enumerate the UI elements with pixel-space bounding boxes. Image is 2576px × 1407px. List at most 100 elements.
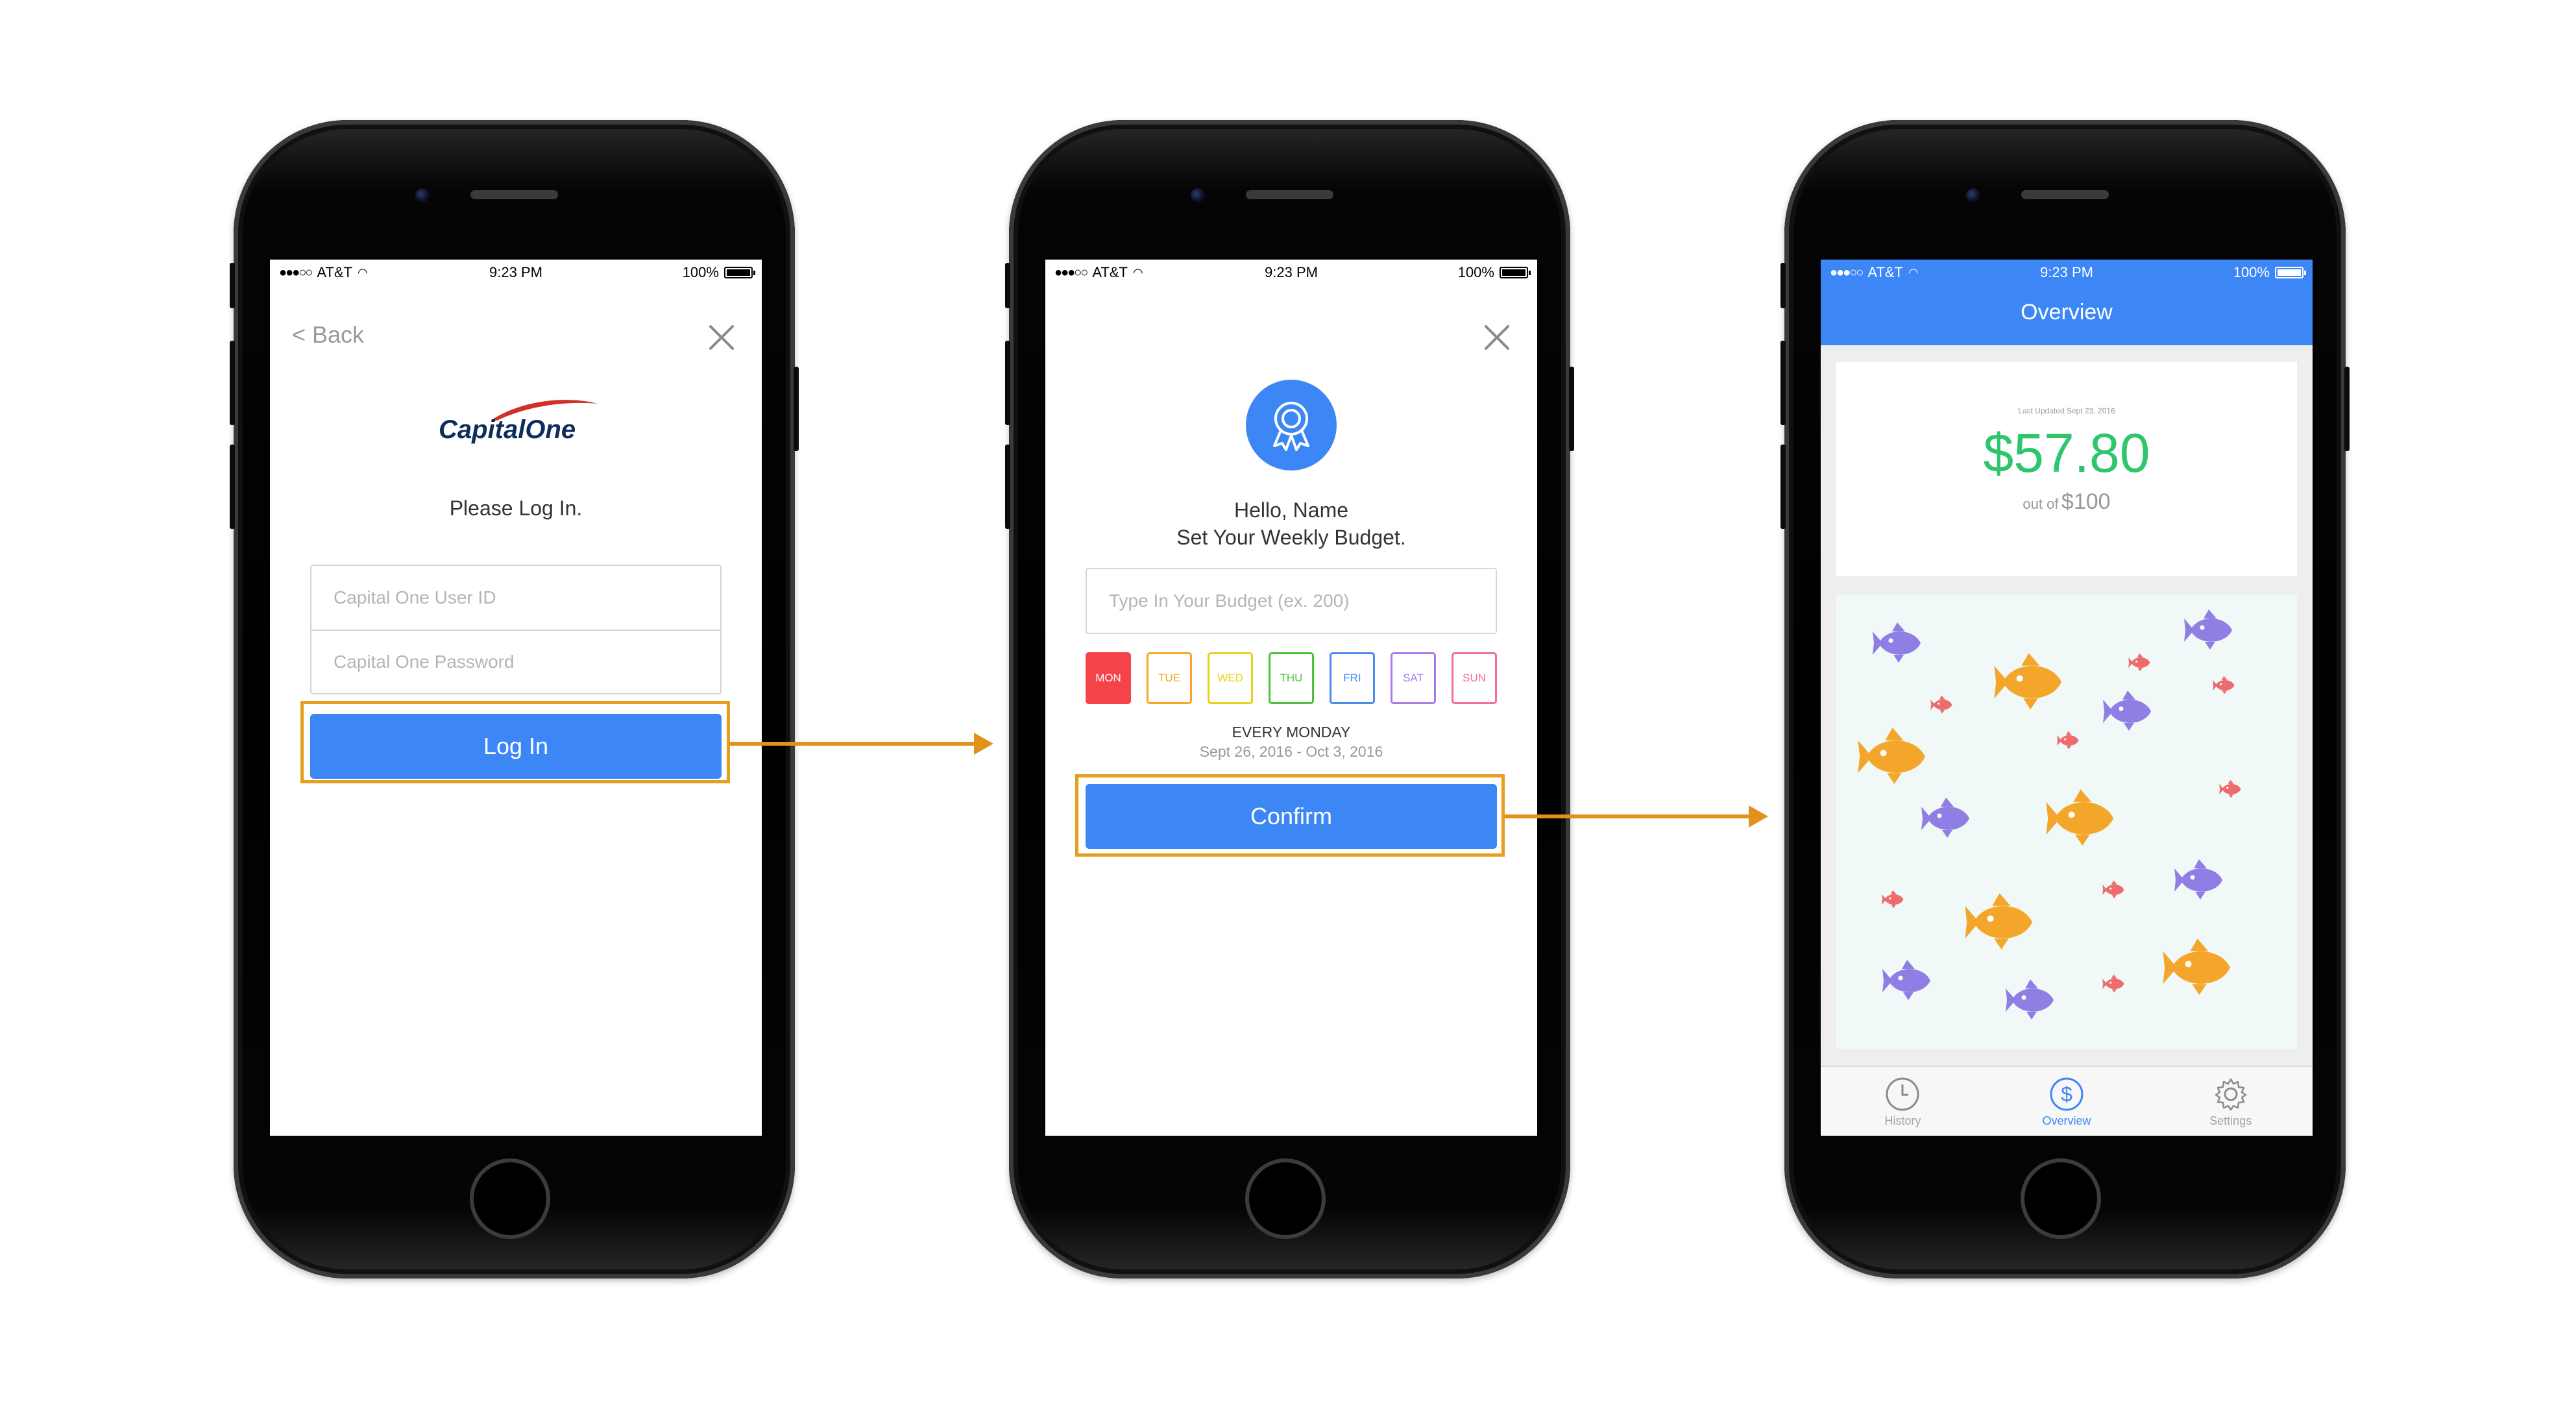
back-button[interactable]: < Back (292, 321, 364, 349)
phone-login: ●●●○○ AT&T ◠ 9:23 PM 100% < Back CapitalOn… (230, 120, 799, 1279)
date-range-label: Sept 26, 2016 - Oct 3, 2016 (1199, 743, 1383, 760)
login-button-highlight (300, 701, 730, 783)
nav-bar: ●●●○○ AT&T ◠ 9:23 PM 100% Overview (1821, 260, 2313, 345)
award-ribbon-icon (1273, 402, 1309, 451)
signal-icon: ●●●○○ (1830, 265, 1864, 280)
status-bar: ●●●○○ AT&T ◠ 9:23 PM 100% (270, 260, 762, 286)
small-red-fish-icon (2057, 731, 2079, 750)
confirm-button-highlight (1075, 774, 1505, 857)
gear-icon (2215, 1078, 2246, 1110)
status-bar: ●●●○○ AT&T ◠ 9:23 PM 100% (1045, 260, 1537, 286)
budget-subtitle: Set Your Weekly Budget. (1176, 526, 1406, 549)
carrier-label: AT&T (1867, 264, 1903, 280)
small-red-fish-icon (2128, 653, 2150, 672)
tab-history[interactable]: History (1821, 1067, 1985, 1136)
battery-label: 100% (2233, 264, 2270, 280)
carrier-label: AT&T (1092, 264, 1128, 280)
last-updated-label: Last Updated Sept 23, 2016 (2018, 406, 2115, 415)
overview-screen: ●●●○○ AT&T ◠ 9:23 PM 100% Overview Last Up… (1821, 260, 2313, 1136)
small-red-fish-icon (2102, 974, 2124, 993)
day-button-thu[interactable]: THU (1269, 652, 1314, 704)
login-prompt: Please Log In. (449, 496, 583, 520)
purple-fish-icon (1873, 622, 1921, 663)
small-red-fish-icon (1882, 890, 1904, 909)
clock-icon (1886, 1077, 1919, 1110)
front-camera (1191, 188, 1205, 202)
day-button-sun[interactable]: SUN (1452, 652, 1497, 704)
user-id-input[interactable]: Capital One User ID (311, 566, 720, 630)
svg-text:$: $ (2061, 1083, 2072, 1106)
weekday-selector: MON TUE WED THU FRI SAT SUN (1086, 652, 1497, 705)
wifi-icon: ◠ (1133, 265, 1143, 279)
wifi-icon: ◠ (358, 265, 368, 279)
phone-overview: ●●●○○ AT&T ◠ 9:23 PM 100% Overview Last Up… (1780, 120, 2350, 1279)
budget-screen: ●●●○○ AT&T ◠ 9:23 PM 100% Hello, Name Set … (1045, 260, 1537, 1136)
day-button-fri[interactable]: FRI (1330, 652, 1375, 704)
flow-arrow-1 (730, 733, 993, 755)
flow-arrow-2 (1505, 805, 1768, 827)
home-button[interactable] (470, 1158, 550, 1239)
earpiece-speaker (470, 190, 558, 199)
out-of-label: out of (2023, 496, 2059, 512)
close-icon[interactable] (1481, 322, 1513, 353)
small-red-fish-icon (2219, 779, 2241, 798)
tab-bar: History $ Overview Settings (1821, 1066, 2313, 1136)
battery-label: 100% (1457, 264, 1494, 280)
orange-fish-icon (2163, 938, 2230, 995)
login-form: Capital One User ID Capital One Password (310, 565, 722, 694)
tab-overview[interactable]: $ Overview (1985, 1067, 2149, 1136)
login-screen: ●●●○○ AT&T ◠ 9:23 PM 100% < Back CapitalOn… (270, 260, 762, 1136)
schedule-label: EVERY MONDAY (1232, 724, 1351, 740)
purple-fish-icon (1921, 798, 1969, 838)
award-badge (1246, 380, 1337, 471)
orange-fish-icon (1965, 893, 2032, 949)
tab-overview-label: Overview (2042, 1114, 2091, 1127)
day-button-wed[interactable]: WED (1208, 652, 1253, 704)
battery-icon (723, 267, 755, 278)
small-red-fish-icon (2102, 880, 2124, 899)
status-time: 9:23 PM (1265, 264, 1318, 280)
fish-illustration (1858, 609, 2241, 1020)
fish-aquarium (1836, 594, 2297, 1049)
dollar-circle-icon: $ (2050, 1077, 2084, 1110)
capital-one-logo: CapitalOne (439, 396, 598, 454)
remaining-amount: $57.80 (1983, 422, 2150, 483)
day-button-sat[interactable]: SAT (1391, 652, 1436, 704)
home-button[interactable] (1245, 1158, 1326, 1239)
status-time: 9:23 PM (489, 264, 542, 280)
battery-icon (1499, 267, 1531, 278)
day-button-tue[interactable]: TUE (1147, 652, 1192, 704)
phone-budget: ●●●○○ AT&T ◠ 9:23 PM 100% Hello, Name Set … (1005, 120, 1574, 1279)
day-button-mon[interactable]: MON (1086, 652, 1131, 704)
status-time: 9:23 PM (2040, 264, 2093, 280)
earpiece-speaker (2021, 190, 2109, 199)
front-camera (1966, 188, 1980, 202)
greeting-text: Hello, Name (1233, 498, 1349, 522)
logo-wordmark: CapitalOne (439, 415, 576, 444)
purple-fish-icon (2184, 609, 2232, 650)
purple-fish-icon (1882, 960, 1930, 1000)
budget-input[interactable]: Type In Your Budget (ex. 200) (1086, 568, 1497, 634)
orange-fish-icon (2046, 789, 2113, 846)
tab-settings-label: Settings (2209, 1114, 2252, 1127)
budget-total-line: out of $100 (1836, 489, 2297, 515)
orange-fish-icon (1858, 728, 1925, 784)
front-camera (415, 188, 430, 202)
page-title: Overview (2021, 300, 2113, 324)
purple-fish-icon (2174, 859, 2222, 899)
status-bar: ●●●○○ AT&T ◠ 9:23 PM 100% (1821, 260, 2313, 286)
tab-settings[interactable]: Settings (2148, 1067, 2313, 1136)
signal-icon: ●●●○○ (1054, 265, 1088, 280)
carrier-label: AT&T (317, 264, 352, 280)
small-red-fish-icon (2213, 676, 2235, 694)
close-icon[interactable] (706, 322, 737, 353)
home-button[interactable] (2021, 1158, 2101, 1239)
wifi-icon: ◠ (1908, 265, 1919, 279)
tab-history-label: History (1884, 1114, 1921, 1127)
earpiece-speaker (1246, 190, 1333, 199)
purple-fish-icon (2103, 691, 2151, 731)
password-input[interactable]: Capital One Password (311, 630, 720, 693)
battery-icon (2274, 267, 2306, 278)
battery-label: 100% (682, 264, 719, 280)
orange-fish-icon (1994, 653, 2061, 709)
